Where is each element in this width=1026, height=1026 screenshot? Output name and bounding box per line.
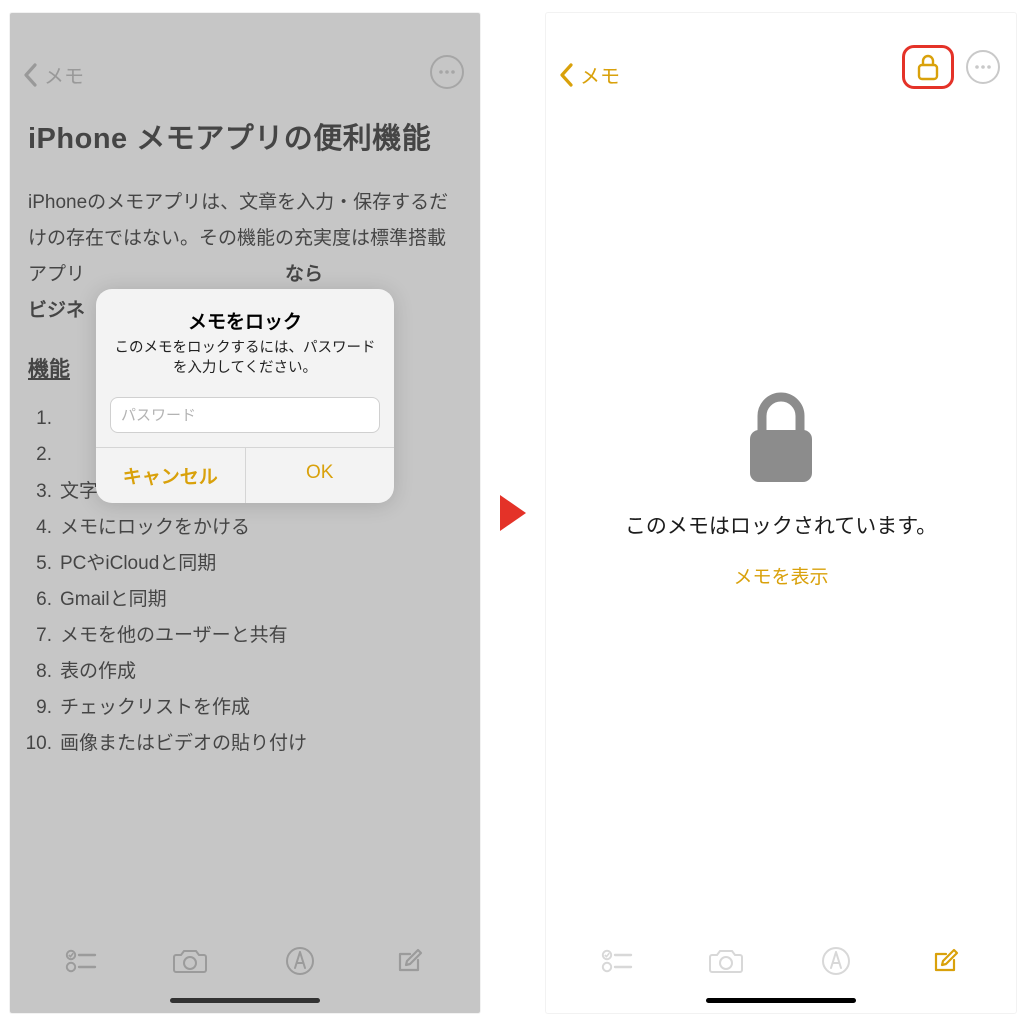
show-note-button[interactable]: メモを表示 bbox=[733, 562, 828, 589]
home-indicator[interactable] bbox=[170, 998, 320, 1003]
feature-list-item: メモにロックをかける bbox=[52, 510, 462, 546]
feature-list-item: Gmailと同期 bbox=[52, 582, 462, 618]
compose-button[interactable] bbox=[391, 943, 427, 979]
camera-button[interactable] bbox=[708, 943, 744, 979]
markup-button[interactable] bbox=[282, 943, 318, 979]
markup-icon bbox=[284, 945, 316, 977]
checklist-button[interactable] bbox=[599, 943, 635, 979]
phone-left: メモ iPhone メモアプリの便利機能 iPhoneのメモアプリは、文章を入力… bbox=[10, 13, 480, 1013]
transition-arrow-icon bbox=[500, 495, 526, 531]
checklist-button[interactable] bbox=[63, 943, 99, 979]
more-button[interactable] bbox=[966, 50, 1000, 84]
ellipsis-icon bbox=[438, 69, 456, 75]
note-title: iPhone メモアプリの便利機能 bbox=[28, 115, 462, 157]
back-label: メモ bbox=[44, 60, 84, 89]
checklist-icon bbox=[601, 947, 633, 975]
feature-list-item: チェックリストを作成 bbox=[52, 690, 462, 726]
lock-button-highlight bbox=[902, 45, 954, 89]
markup-button[interactable] bbox=[818, 943, 854, 979]
phone-right: メモ bbox=[546, 13, 1016, 1013]
more-button[interactable] bbox=[430, 55, 464, 89]
feature-list-item: 表の作成 bbox=[52, 654, 462, 690]
lock-icon[interactable] bbox=[916, 53, 940, 81]
locked-message: このメモはロックされています。 bbox=[625, 510, 937, 540]
camera-icon bbox=[172, 946, 208, 976]
back-button[interactable]: メモ bbox=[20, 60, 84, 89]
camera-icon bbox=[708, 946, 744, 976]
password-input[interactable]: パスワード bbox=[110, 397, 380, 433]
chevron-left-icon bbox=[556, 61, 578, 89]
password-placeholder: パスワード bbox=[121, 404, 196, 425]
feature-list-item: 画像またはビデオの貼り付け bbox=[52, 726, 462, 762]
dialog-title: メモをロック bbox=[114, 307, 376, 334]
back-label: メモ bbox=[580, 60, 620, 89]
lock-large-icon bbox=[742, 388, 820, 488]
feature-list-item: メモを他のユーザーと共有 bbox=[52, 618, 462, 654]
compose-icon bbox=[930, 946, 960, 976]
locked-state: このメモはロックされています。 メモを表示 bbox=[546, 103, 1016, 933]
compose-icon bbox=[394, 946, 424, 976]
navbar: メモ bbox=[10, 13, 480, 103]
navbar: メモ bbox=[546, 13, 1016, 103]
chevron-left-icon bbox=[20, 61, 42, 89]
cancel-button[interactable]: キャンセル bbox=[96, 448, 246, 503]
back-button[interactable]: メモ bbox=[556, 60, 620, 89]
markup-icon bbox=[820, 945, 852, 977]
checklist-icon bbox=[65, 947, 97, 975]
lock-dialog: メモをロック このメモをロックするには、パスワードを入力してください。 パスワー… bbox=[96, 289, 394, 503]
ellipsis-icon bbox=[974, 64, 992, 70]
dialog-message: このメモをロックするには、パスワードを入力してください。 bbox=[114, 338, 376, 379]
compose-button[interactable] bbox=[927, 943, 963, 979]
home-indicator[interactable] bbox=[706, 998, 856, 1003]
feature-list-item: PCやiCloudと同期 bbox=[52, 546, 462, 582]
ok-button[interactable]: OK bbox=[246, 448, 395, 503]
camera-button[interactable] bbox=[172, 943, 208, 979]
